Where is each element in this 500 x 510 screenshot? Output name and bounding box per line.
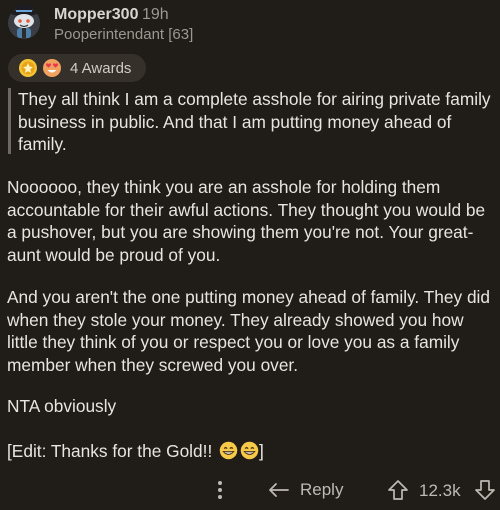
grinning-face-emoji-icon xyxy=(219,441,238,460)
comment-paragraph: NTA obviously xyxy=(7,396,117,416)
comment-paragraph: Noooooo, they think you are an asshole f… xyxy=(7,177,486,265)
reply-button[interactable]: Reply xyxy=(268,476,343,504)
quoted-text: They all think I am a complete asshole f… xyxy=(18,89,491,155)
edit-note: [Edit: Thanks for the Gold!! ] xyxy=(7,440,493,463)
comment: Mopper300 19h Pooperintendant [63] 4 Awa… xyxy=(0,0,500,510)
gold-award-icon xyxy=(19,59,37,77)
awards-button[interactable]: 4 Awards xyxy=(8,54,146,82)
downvote-arrow-icon[interactable] xyxy=(474,479,496,501)
user-flair: Pooperintendant [63] xyxy=(54,26,194,43)
upvote-arrow-icon[interactable] xyxy=(387,479,409,501)
awards-count: 4 Awards xyxy=(70,59,132,77)
edit-close: ] xyxy=(259,441,264,461)
comment-actions: Reply 12.3k xyxy=(0,472,500,508)
edit-text: [Edit: Thanks for the Gold!! xyxy=(7,441,218,461)
grinning-face-emoji-icon xyxy=(240,441,259,460)
quote-bar xyxy=(8,88,11,154)
avatar[interactable] xyxy=(6,4,42,40)
reply-arrow-icon xyxy=(269,483,289,497)
reply-label: Reply xyxy=(300,480,344,499)
more-options-icon[interactable] xyxy=(212,478,228,502)
comment-paragraph: And you aren't the one putting money ahe… xyxy=(7,287,491,375)
comment-time: 19h xyxy=(142,6,169,23)
username[interactable]: Mopper300 xyxy=(54,6,138,24)
vote-score: 12.3k xyxy=(419,481,461,500)
heart-eyes-award-icon xyxy=(43,59,61,77)
